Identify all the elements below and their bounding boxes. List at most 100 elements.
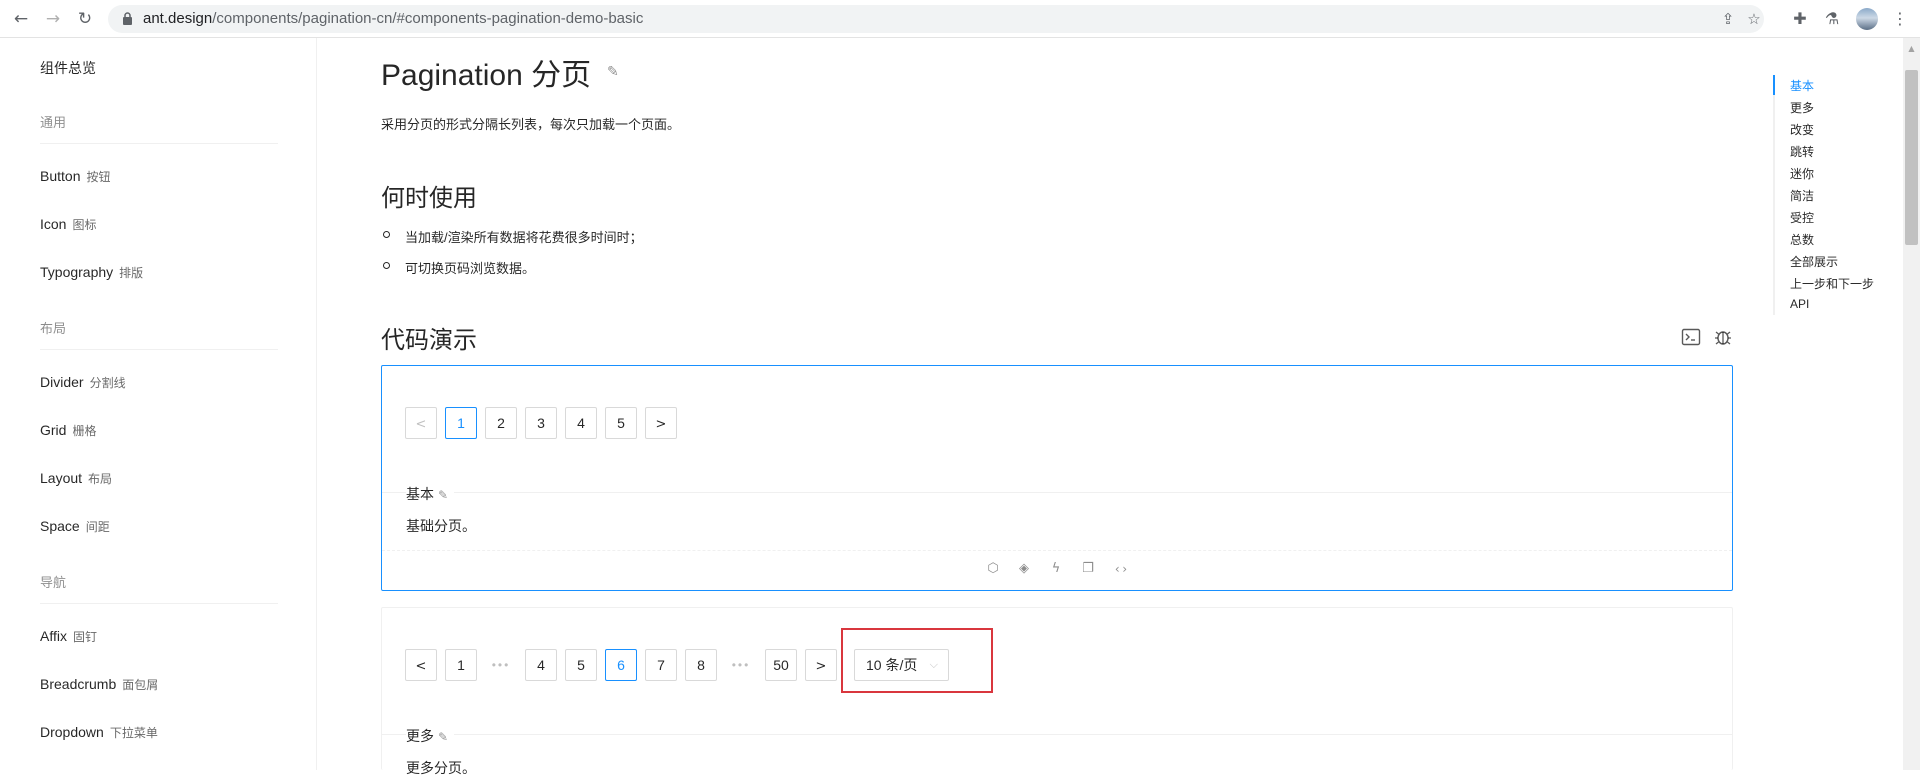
sidebar-item-overview[interactable]: 组件总览 bbox=[40, 58, 96, 78]
scroll-up-arrow-icon[interactable]: ▲ bbox=[1905, 42, 1918, 56]
edit-icon[interactable]: ✎ bbox=[438, 488, 448, 502]
pagination-page-3[interactable]: 3 bbox=[525, 407, 557, 439]
pagination-page-4[interactable]: 4 bbox=[525, 649, 557, 681]
pagination-page-5[interactable]: 5 bbox=[565, 649, 597, 681]
list-bullet bbox=[383, 262, 390, 269]
sidebar-item-label: Icon bbox=[40, 216, 67, 232]
list-bullet bbox=[383, 231, 390, 238]
anchor-ink-indicator bbox=[1773, 75, 1775, 95]
sidebar-item-sublabel: 按钮 bbox=[86, 170, 111, 184]
sidebar-item-label: Divider bbox=[40, 374, 84, 390]
sidebar-item-label: Affix bbox=[40, 628, 67, 644]
demo-card-basic: < 1 2 3 4 5 > 基本 ✎ 基础分页。 ⬡ ◈ ϟ ❐ ‹› bbox=[381, 365, 1733, 591]
pagination-page-1[interactable]: 1 bbox=[445, 649, 477, 681]
flask-icon[interactable]: ⚗ bbox=[1822, 9, 1842, 29]
sidebar-item-typography[interactable]: Typography 排版 bbox=[40, 264, 143, 281]
codepen-icon[interactable]: ◈ bbox=[1016, 561, 1032, 577]
sidebar-item-button[interactable]: Button 按钮 bbox=[40, 168, 111, 185]
code-expand-icon[interactable]: ‹› bbox=[1113, 561, 1129, 577]
sidebar-item-label: Dropdown bbox=[40, 724, 104, 740]
sidebar-item-layout[interactable]: Layout 布局 bbox=[40, 470, 112, 487]
pagination-next-button[interactable]: > bbox=[645, 407, 677, 439]
forward-icon[interactable]: → bbox=[42, 8, 64, 30]
anchor-link-more[interactable]: 更多 bbox=[1790, 99, 1814, 116]
anchor-link-total[interactable]: 总数 bbox=[1790, 231, 1814, 248]
sidebar-divider bbox=[40, 349, 278, 350]
component-sidebar: 组件总览 通用 Button 按钮 Icon 图标 Typography 排版 布局 … bbox=[0, 38, 317, 770]
sidebar-item-label: Space bbox=[40, 518, 80, 534]
sidebar-group-navigation: 导航 bbox=[40, 575, 67, 590]
codesandbox-icon[interactable]: ⬡ bbox=[985, 561, 1001, 577]
sidebar-item-sublabel: 栅格 bbox=[72, 424, 97, 438]
demo-title: 基本 ✎ bbox=[406, 484, 455, 504]
browser-toolbar: ← → ↻ ant.design/components/pagination-c… bbox=[0, 0, 1920, 38]
highlight-annotation-box bbox=[841, 628, 993, 693]
page-intro: 采用分页的形式分隔长列表，每次只加载一个页面。 bbox=[381, 117, 681, 132]
sidebar-item-sublabel: 固钉 bbox=[72, 630, 97, 644]
sidebar-item-affix[interactable]: Affix 固钉 bbox=[40, 628, 97, 645]
anchor-rail bbox=[1773, 75, 1775, 315]
sidebar-divider bbox=[40, 603, 278, 604]
anchor-link-basic[interactable]: 基本 bbox=[1790, 77, 1814, 94]
pagination-page-50[interactable]: 50 bbox=[765, 649, 797, 681]
browser-menu-icon[interactable]: ⋮ bbox=[1890, 9, 1910, 29]
demo-meta-divider bbox=[382, 492, 1732, 493]
pagination-jump-next[interactable]: ••• bbox=[725, 649, 757, 681]
url-host: ant.design bbox=[143, 10, 213, 27]
pagination-page-7[interactable]: 7 bbox=[645, 649, 677, 681]
sidebar-item-dropdown[interactable]: Dropdown 下拉菜单 bbox=[40, 724, 158, 741]
sidebar-item-breadcrumb[interactable]: Breadcrumb 面包屑 bbox=[40, 676, 158, 693]
edit-icon[interactable]: ✎ bbox=[438, 730, 448, 744]
profile-avatar[interactable] bbox=[1856, 8, 1878, 30]
pagination-page-1[interactable]: 1 bbox=[445, 407, 477, 439]
pagination-page-4[interactable]: 4 bbox=[565, 407, 597, 439]
extensions-puzzle-icon[interactable]: ✚ bbox=[1790, 9, 1810, 29]
anchor-link-mini[interactable]: 迷你 bbox=[1790, 165, 1814, 182]
pagination-jump-prev[interactable]: ••• bbox=[485, 649, 517, 681]
sidebar-item-label: Button bbox=[40, 168, 81, 184]
pagination-next-button[interactable]: > bbox=[805, 649, 837, 681]
back-icon[interactable]: ← bbox=[10, 8, 32, 30]
chevron-left-icon: < bbox=[415, 659, 427, 674]
anchor-link-controlled[interactable]: 受控 bbox=[1790, 209, 1814, 226]
anchor-link-api[interactable]: API bbox=[1790, 297, 1809, 311]
chevron-left-icon: < bbox=[415, 417, 427, 432]
anchor-link-simple[interactable]: 简洁 bbox=[1790, 187, 1814, 204]
bookmark-star-icon[interactable]: ☆ bbox=[1746, 11, 1762, 27]
demo-title: 更多 ✎ bbox=[406, 726, 455, 746]
sidebar-item-space[interactable]: Space 间距 bbox=[40, 518, 110, 535]
sidebar-item-label: Typography bbox=[40, 264, 114, 280]
anchor-link-prev-next[interactable]: 上一步和下一步 bbox=[1790, 275, 1874, 292]
sidebar-item-label: Grid bbox=[40, 422, 67, 438]
anchor-link-all[interactable]: 全部展示 bbox=[1790, 253, 1838, 270]
demo-description: 基础分页。 bbox=[406, 518, 476, 534]
sidebar-divider bbox=[40, 143, 278, 144]
pagination-page-5[interactable]: 5 bbox=[605, 407, 637, 439]
demo-title-text: 更多 bbox=[406, 728, 434, 744]
pagination-page-2[interactable]: 2 bbox=[485, 407, 517, 439]
pagination-prev-button[interactable]: < bbox=[405, 649, 437, 681]
sidebar-item-divider[interactable]: Divider 分割线 bbox=[40, 374, 126, 391]
pagination-prev-button[interactable]: < bbox=[405, 407, 437, 439]
terminal-icon[interactable] bbox=[1681, 327, 1701, 347]
scrollbar-thumb[interactable] bbox=[1905, 70, 1918, 245]
anchor-link-jump[interactable]: 跳转 bbox=[1790, 143, 1814, 160]
sidebar-item-icon[interactable]: Icon 图标 bbox=[40, 216, 96, 233]
demo-actions-divider bbox=[382, 550, 1732, 551]
sidebar-item-sublabel: 间距 bbox=[85, 520, 110, 534]
edit-icon[interactable]: ✎ bbox=[607, 64, 619, 80]
sidebar-item-grid[interactable]: Grid 栅格 bbox=[40, 422, 96, 439]
pagination-page-6[interactable]: 6 bbox=[605, 649, 637, 681]
demo-description: 更多分页。 bbox=[406, 760, 476, 776]
bug-icon[interactable] bbox=[1713, 327, 1733, 347]
url-text: ant.design/components/pagination-cn/#com… bbox=[143, 5, 643, 33]
thunderbolt-icon[interactable]: ϟ bbox=[1048, 561, 1064, 577]
copy-icon[interactable]: ❐ bbox=[1080, 561, 1096, 577]
demo-card-more: < 1 ••• 4 5 6 7 8 ••• 50 > 10 条/页 ⌵ 更多 ✎ … bbox=[381, 607, 1733, 776]
pagination-page-8[interactable]: 8 bbox=[685, 649, 717, 681]
list-item: 可切换页码浏览数据。 bbox=[405, 261, 536, 276]
anchor-link-changer[interactable]: 改变 bbox=[1790, 121, 1814, 138]
address-bar[interactable]: ant.design/components/pagination-cn/#com… bbox=[108, 5, 1764, 33]
share-icon[interactable]: ⇪ bbox=[1720, 11, 1736, 27]
reload-icon[interactable]: ↻ bbox=[74, 8, 96, 30]
